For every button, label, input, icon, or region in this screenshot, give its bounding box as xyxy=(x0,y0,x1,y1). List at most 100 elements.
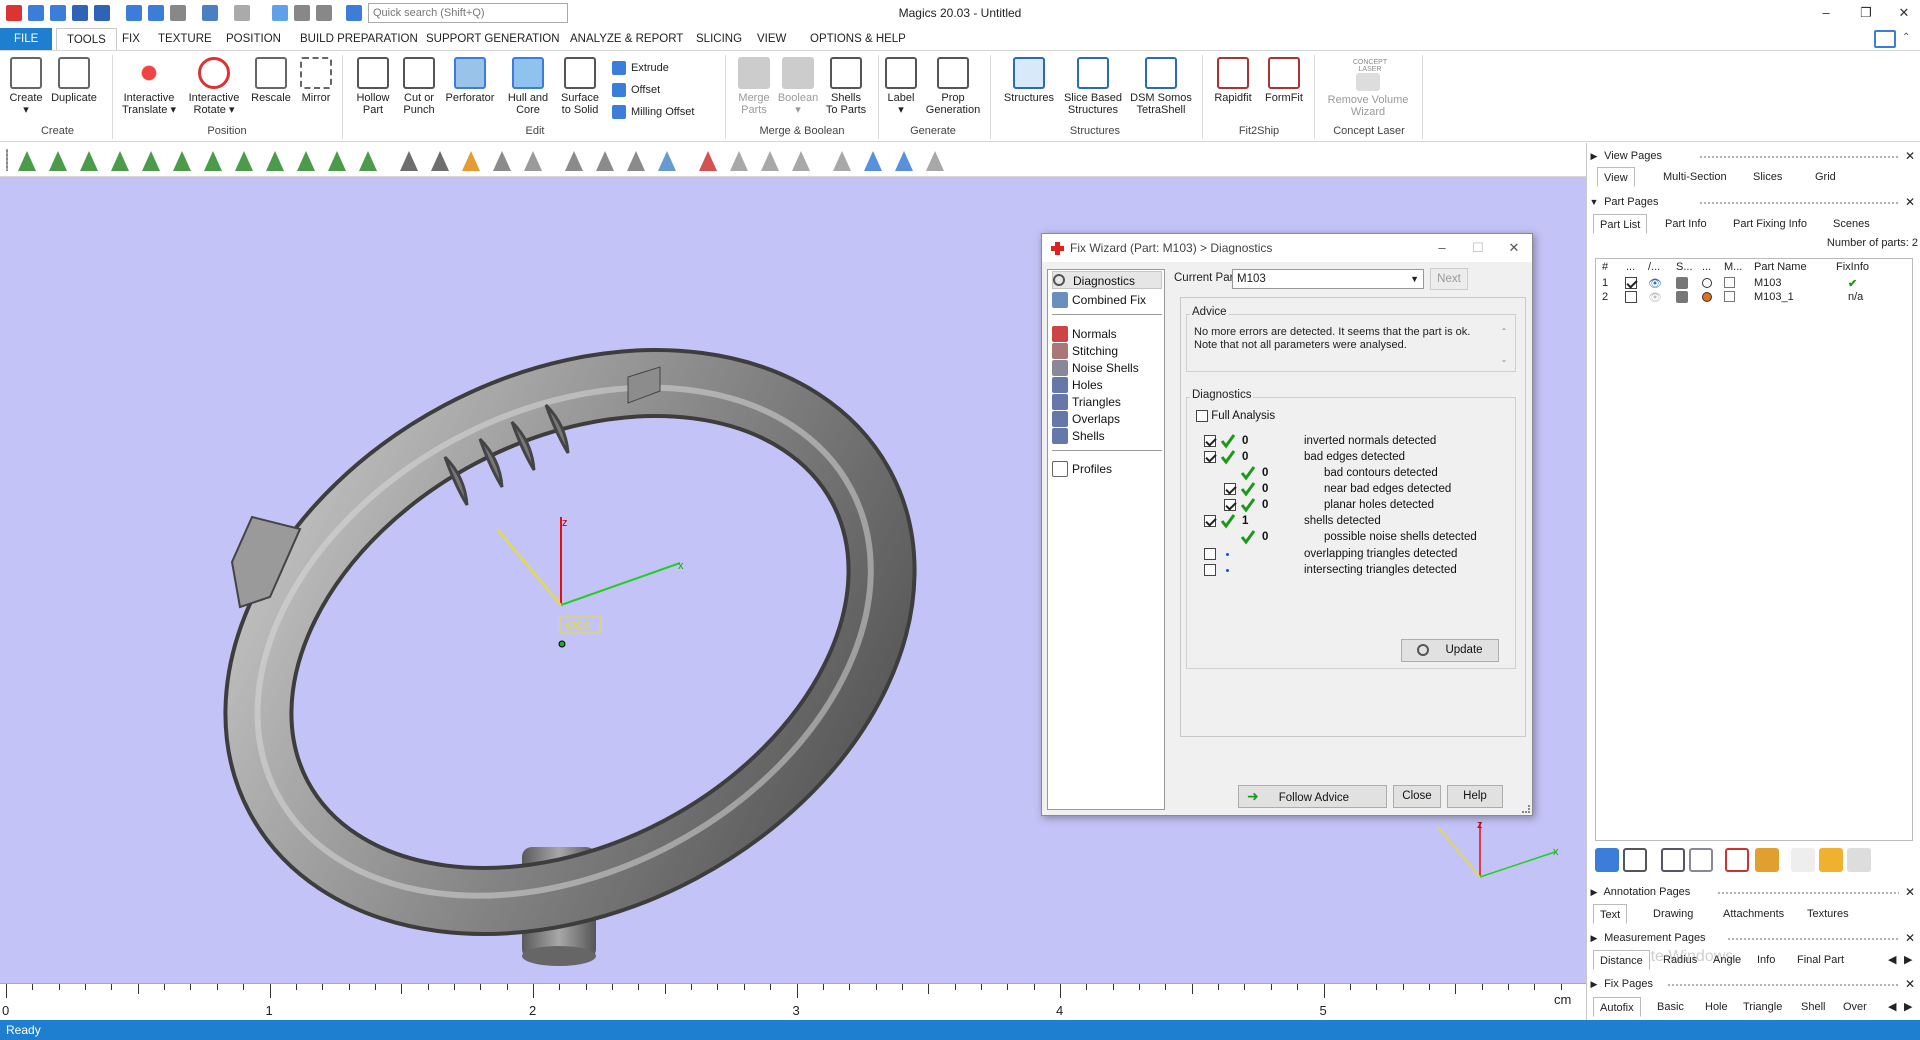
close-panel-icon[interactable]: ✕ xyxy=(1905,883,1915,901)
slice-based-structures-button[interactable]: Slice Based Structures xyxy=(1062,57,1124,116)
col-fixinfo[interactable]: FixInfo xyxy=(1836,261,1869,273)
select-tool-icon[interactable] xyxy=(431,151,449,171)
parts-color-icon[interactable] xyxy=(1755,848,1779,872)
nav-profiles[interactable]: Profiles xyxy=(1052,460,1112,478)
boolean-button[interactable]: Boolean ▾ xyxy=(776,57,820,116)
perforator-button[interactable]: Perforator xyxy=(442,57,498,104)
nav-noise-shells[interactable]: Noise Shells xyxy=(1052,359,1139,377)
interactive-translate-button[interactable]: Interactive Translate ▾ xyxy=(118,57,180,116)
tab-scroll-right[interactable]: ▶ xyxy=(1901,950,1915,970)
nav-stitching[interactable]: Stitching xyxy=(1052,342,1118,360)
eye-icon[interactable]: 👁 xyxy=(1648,277,1662,290)
rescale-button[interactable]: Rescale xyxy=(248,57,294,104)
close-panel-icon[interactable]: ✕ xyxy=(1905,147,1915,165)
select-tool-icon[interactable] xyxy=(833,151,851,171)
select-tool-icon[interactable] xyxy=(864,151,882,171)
select-tool-icon[interactable] xyxy=(699,151,717,171)
tab-build-preparation[interactable]: BUILD PREPARATION xyxy=(294,28,424,50)
offset-button[interactable]: Offset xyxy=(612,83,660,97)
tab-text[interactable]: Text xyxy=(1593,904,1628,924)
label-button[interactable]: Label ▾ xyxy=(882,57,920,116)
dialog-maximize-button[interactable]: ☐ xyxy=(1460,234,1496,262)
col-status[interactable]: S... xyxy=(1676,261,1693,273)
select-tool-icon[interactable] xyxy=(565,151,583,171)
select-tool-icon[interactable] xyxy=(895,151,913,171)
select-tool-icon[interactable] xyxy=(627,151,645,171)
screen-icon[interactable] xyxy=(1874,30,1896,48)
advice-scrollbar[interactable]: ⌃ ⌄ xyxy=(1498,325,1510,367)
select-tool-icon[interactable] xyxy=(111,151,129,171)
select-tool-icon[interactable] xyxy=(297,151,315,171)
select-tool-icon[interactable] xyxy=(493,151,511,171)
diagnostic-checkbox[interactable] xyxy=(1204,548,1216,560)
tab-hole[interactable]: Hole xyxy=(1699,997,1734,1017)
dsm-somos-button[interactable]: DSM Somos TetraShell xyxy=(1128,57,1194,116)
mirror-button[interactable]: Mirror xyxy=(296,57,336,104)
full-analysis-checkbox[interactable]: Full Analysis xyxy=(1196,408,1275,424)
resize-grip[interactable] xyxy=(1522,805,1530,813)
tab-scenes[interactable]: Scenes xyxy=(1827,214,1876,234)
select-all-icon[interactable] xyxy=(1623,848,1647,872)
tab-radius[interactable]: Radius xyxy=(1657,950,1703,970)
parts-delete-icon[interactable] xyxy=(1725,848,1749,872)
select-tool-icon[interactable] xyxy=(730,151,748,171)
create-button[interactable]: Create ▾ xyxy=(6,57,46,116)
tab-shell[interactable]: Shell xyxy=(1795,997,1831,1017)
restore-button[interactable]: ❐ xyxy=(1852,2,1880,24)
tag-icon[interactable] xyxy=(1791,848,1815,872)
tab-support-generation[interactable]: SUPPORT GENERATION xyxy=(420,28,566,50)
tab-info[interactable]: Info xyxy=(1751,950,1781,970)
nav-shells[interactable]: Shells xyxy=(1052,427,1105,445)
close-button[interactable]: Close xyxy=(1393,785,1441,808)
select-tool-icon[interactable] xyxy=(792,151,810,171)
select-tool-icon[interactable] xyxy=(400,151,418,171)
selection-tools-icons[interactable] xyxy=(14,143,974,177)
nav-holes[interactable]: Holes xyxy=(1052,376,1103,394)
select-tool-icon[interactable] xyxy=(266,151,284,171)
tab-final-part[interactable]: Final Part xyxy=(1791,950,1850,970)
tab-angle[interactable]: Angle xyxy=(1707,950,1747,970)
tab-multi-section[interactable]: Multi-Section xyxy=(1657,167,1733,187)
diagnostic-checkbox[interactable] xyxy=(1204,564,1216,576)
nav-normals[interactable]: Normals xyxy=(1052,325,1117,343)
tab-grid[interactable]: Grid xyxy=(1809,167,1842,187)
tab-slicing[interactable]: SLICING xyxy=(690,28,748,50)
part-pages-header[interactable]: ▼ Part Pages ✕ xyxy=(1587,193,1920,211)
color-swatch[interactable] xyxy=(1702,278,1712,288)
prop-generation-button[interactable]: Prop Generation xyxy=(922,57,984,116)
col-select[interactable]: ... xyxy=(1626,261,1635,273)
diagnostic-checkbox[interactable] xyxy=(1224,499,1236,511)
tab-view[interactable]: VIEW xyxy=(751,28,792,50)
update-button[interactable]: Update xyxy=(1401,639,1499,662)
tab-textures[interactable]: Textures xyxy=(1801,904,1855,924)
view-pages-header[interactable]: ▶ View Pages ✕ xyxy=(1587,147,1920,165)
tab-slices[interactable]: Slices xyxy=(1747,167,1788,187)
col-number[interactable]: # xyxy=(1602,261,1608,273)
select-tool-icon[interactable] xyxy=(235,151,253,171)
tab-options-help[interactable]: OPTIONS & HELP xyxy=(804,28,912,50)
shells-to-parts-button[interactable]: Shells To Parts xyxy=(822,57,870,116)
select-tool-icon[interactable] xyxy=(596,151,614,171)
tab-attachments[interactable]: Attachments xyxy=(1717,904,1790,924)
parts-unload-icon[interactable] xyxy=(1661,848,1685,872)
nav-overlaps[interactable]: Overlaps xyxy=(1052,410,1120,428)
remove-volume-wizard-button[interactable]: Remove Volume Wizard xyxy=(1320,73,1416,118)
hollow-part-button[interactable]: Hollow Part xyxy=(350,57,396,116)
parts-duplicate-icon[interactable] xyxy=(1689,848,1713,872)
follow-advice-button[interactable]: ➜ Follow Advice xyxy=(1238,785,1387,808)
nav-triangles[interactable]: Triangles xyxy=(1052,393,1121,411)
tab-over[interactable]: Over xyxy=(1837,997,1873,1017)
tab-position[interactable]: POSITION xyxy=(220,28,287,50)
select-tool-icon[interactable] xyxy=(173,151,191,171)
close-panel-icon[interactable]: ✕ xyxy=(1905,193,1915,211)
select-tool-icon[interactable] xyxy=(658,151,676,171)
extrude-button[interactable]: Extrude xyxy=(612,61,669,75)
tab-part-info[interactable]: Part Info xyxy=(1659,214,1713,234)
col-color[interactable]: ... xyxy=(1702,261,1711,273)
interactive-rotate-button[interactable]: Interactive Rotate ▾ xyxy=(184,57,244,116)
select-tool-icon[interactable] xyxy=(359,151,377,171)
tab-texture[interactable]: TEXTURE xyxy=(152,28,218,50)
col-part-name[interactable]: Part Name xyxy=(1754,261,1807,273)
select-tool-icon[interactable] xyxy=(18,151,36,171)
milling-offset-button[interactable]: Milling Offset xyxy=(612,105,694,119)
